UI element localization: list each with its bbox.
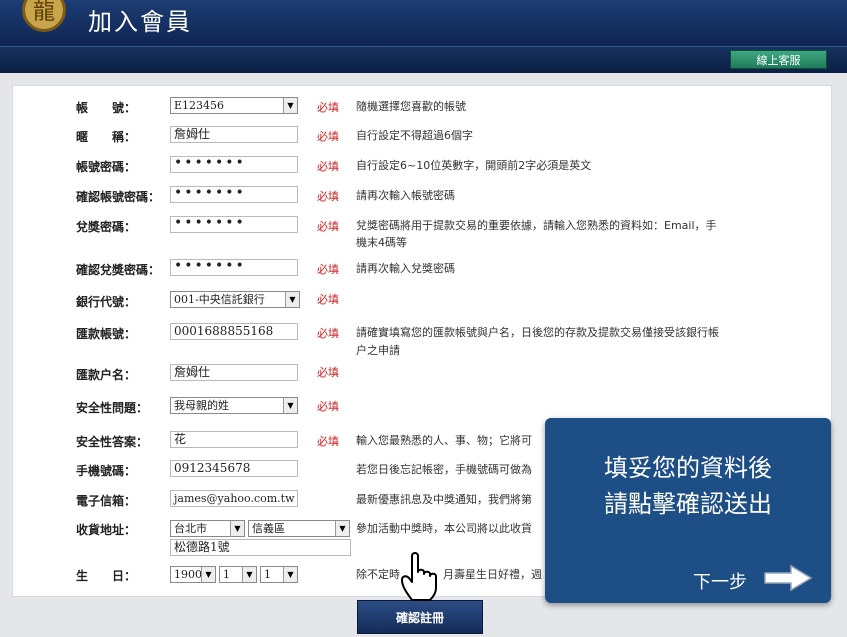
remit-name-label: 匯款户名： bbox=[76, 368, 137, 382]
hint-text-continued: 户之申請 bbox=[356, 344, 400, 357]
chevron-down-icon[interactable]: ▼ bbox=[283, 398, 297, 413]
hint-text: 自行設定6~10位英數字，開頭前2字必須是英文 bbox=[356, 159, 592, 172]
security-answer-label: 安全性答案： bbox=[76, 435, 149, 449]
chevron-down-icon[interactable]: ▼ bbox=[283, 567, 297, 582]
district-select[interactable]: 信義區 ▼ bbox=[248, 520, 350, 537]
nickname-input[interactable]: 詹姆仕 bbox=[170, 126, 298, 143]
required-marker: 必填 bbox=[317, 400, 339, 413]
mobile-input[interactable]: 0912345678 bbox=[170, 460, 298, 477]
arrow-right-icon[interactable] bbox=[763, 564, 813, 592]
required-marker: 必填 bbox=[317, 160, 339, 173]
bank-code-value: 001-中央信託銀行 bbox=[174, 293, 265, 306]
bank-code-label: 銀行代號： bbox=[76, 295, 137, 309]
confirm-redeem-password-label: 確認兌獎密碼： bbox=[76, 263, 161, 277]
security-question-select[interactable]: 我母親的姓 ▼ bbox=[170, 397, 298, 414]
redeem-password-input[interactable]: ••••••• bbox=[170, 216, 298, 233]
security-answer-input[interactable]: 花 bbox=[170, 431, 298, 448]
birth-month-select[interactable]: 1 ▼ bbox=[219, 566, 257, 583]
street-input[interactable]: 松德路1號 bbox=[170, 539, 351, 556]
address-label: 收貨地址： bbox=[76, 523, 137, 537]
online-support-button[interactable]: 線上客服 bbox=[730, 50, 827, 69]
city-value: 台北市 bbox=[174, 522, 207, 535]
chevron-down-icon[interactable]: ▼ bbox=[242, 567, 256, 582]
required-marker: 必填 bbox=[317, 130, 339, 143]
required-marker: 必填 bbox=[317, 190, 339, 203]
password-label: 帳號密碼： bbox=[76, 160, 137, 174]
district-value: 信義區 bbox=[252, 522, 285, 535]
account-label: 帳 號： bbox=[76, 101, 137, 115]
sub-bar bbox=[0, 46, 847, 73]
redeem-password-label: 兌獎密碼： bbox=[76, 220, 137, 234]
required-marker: 必填 bbox=[317, 101, 339, 114]
hint-text: 輸入您最熟悉的人、事、物；它將可 bbox=[356, 434, 532, 447]
next-step-label[interactable]: 下一步 bbox=[693, 568, 747, 594]
hint-text: 若您日後忘記帳密，手機號碼可做為 bbox=[356, 463, 532, 476]
callout-line-2: 請點擊確認送出 bbox=[604, 490, 772, 518]
chevron-down-icon[interactable]: ▼ bbox=[285, 292, 299, 307]
hint-text: 除不定時 bbox=[356, 568, 400, 581]
hint-text: 兌獎密碼將用于提款交易的重要依據，請輸入您熟悉的資料如：Email，手 bbox=[356, 219, 717, 232]
chevron-down-icon[interactable]: ▼ bbox=[201, 567, 215, 582]
birth-year-value: 1900 bbox=[174, 568, 202, 581]
email-input[interactable]: james@yahoo.com.tw bbox=[170, 490, 298, 507]
password-input[interactable]: ••••••• bbox=[170, 156, 298, 173]
required-marker: 必填 bbox=[317, 293, 339, 306]
bank-code-select[interactable]: 001-中央信託銀行 ▼ bbox=[170, 291, 300, 308]
confirm-password-input[interactable]: ••••••• bbox=[170, 186, 298, 203]
remit-name-input[interactable]: 詹姆仕 bbox=[170, 364, 298, 381]
tutorial-callout: 填妥您的資料後 請點擊確認送出 下一步 bbox=[545, 418, 831, 603]
confirm-register-button[interactable]: 確認註冊 bbox=[357, 600, 483, 634]
hint-text: 請確實填寫您的匯款帳號與户名，日後您的存款及提款交易僅接受該銀行帳 bbox=[356, 326, 719, 339]
account-value: E123456 bbox=[174, 99, 225, 112]
birth-year-select[interactable]: 1900 ▼ bbox=[170, 566, 216, 583]
hint-text-continued: 機末4碼等 bbox=[356, 236, 407, 249]
chevron-down-icon[interactable]: ▼ bbox=[283, 98, 297, 113]
remit-account-input[interactable]: 0001688855168 bbox=[170, 323, 298, 340]
birth-day-value: 1 bbox=[264, 568, 271, 581]
hint-text: 最新優惠訊息及中獎通知，我們將第 bbox=[356, 493, 532, 506]
chevron-down-icon[interactable]: ▼ bbox=[335, 521, 349, 536]
page-title: 加入會員 bbox=[88, 8, 192, 36]
callout-line-1: 填妥您的資料後 bbox=[604, 454, 772, 482]
remit-account-label: 匯款帳號： bbox=[76, 327, 137, 341]
birth-day-select[interactable]: 1 ▼ bbox=[260, 566, 298, 583]
birthday-label: 生 日： bbox=[76, 569, 137, 583]
hint-text: 自行設定不得超過6個字 bbox=[356, 129, 473, 142]
security-question-label: 安全性問題： bbox=[76, 401, 149, 415]
hint-text-continued: 月壽星生日好禮，週 bbox=[443, 568, 542, 581]
city-select[interactable]: 台北市 ▼ bbox=[170, 520, 245, 537]
required-marker: 必填 bbox=[317, 263, 339, 276]
email-label: 電子信箱： bbox=[76, 494, 137, 508]
chevron-down-icon[interactable]: ▼ bbox=[230, 521, 244, 536]
nickname-label: 暱 稱： bbox=[76, 130, 137, 144]
hint-text: 請再次輸入兌獎密碼 bbox=[356, 262, 455, 275]
security-question-value: 我母親的姓 bbox=[174, 399, 229, 412]
required-marker: 必填 bbox=[317, 366, 339, 379]
hint-text: 請再次輸入帳號密碼 bbox=[356, 189, 455, 202]
hint-text: 隨機選擇您喜歡的帳號 bbox=[356, 100, 466, 113]
required-marker: 必填 bbox=[317, 435, 339, 448]
mobile-label: 手機號碼： bbox=[76, 464, 137, 478]
hint-text: 參加活動中獎時，本公司將以此收貨 bbox=[356, 522, 532, 535]
pointer-hand-icon bbox=[401, 552, 437, 601]
account-select[interactable]: E123456 ▼ bbox=[170, 97, 298, 114]
confirm-redeem-password-input[interactable]: ••••••• bbox=[170, 259, 298, 276]
required-marker: 必填 bbox=[317, 327, 339, 340]
required-marker: 必填 bbox=[317, 220, 339, 233]
confirm-password-label: 確認帳號密碼： bbox=[76, 190, 161, 204]
birth-month-value: 1 bbox=[223, 568, 230, 581]
